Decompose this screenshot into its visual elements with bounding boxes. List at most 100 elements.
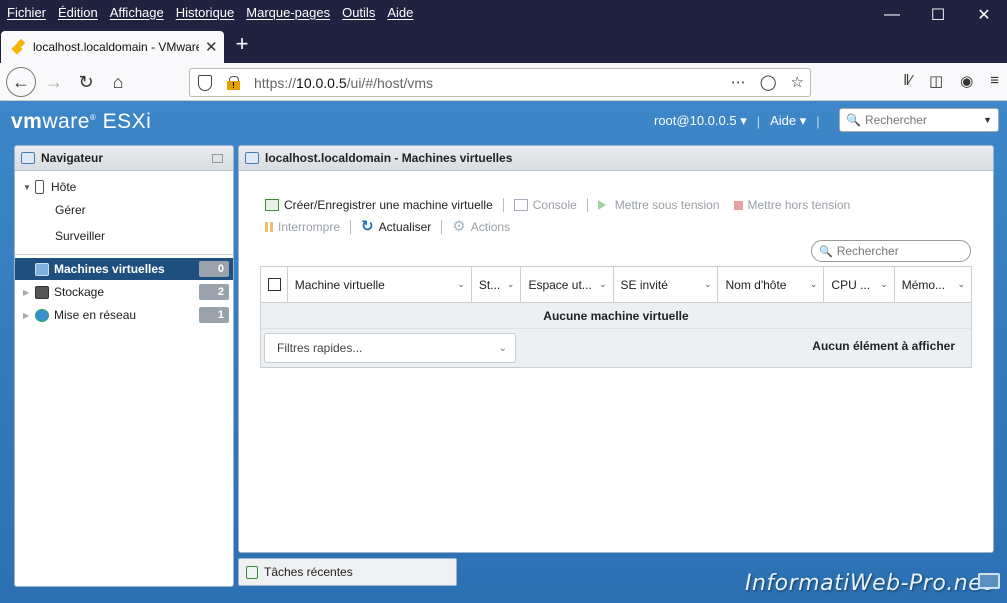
library-icon[interactable]: ‖⁄ — [903, 72, 912, 90]
divider — [350, 220, 352, 234]
refresh-button[interactable]: ↻ Actualiser — [361, 219, 431, 234]
create-vm-label: Créer/Enregistrer une machine virtuelle — [284, 198, 493, 212]
chevron-down-icon[interactable]: ⌄ — [599, 279, 607, 290]
url-text[interactable]: https://10.0.0.5/ui/#/host/vms — [254, 75, 433, 91]
new-tab-icon[interactable]: + — [230, 33, 254, 57]
play-icon — [597, 200, 606, 210]
menu-outils[interactable]: Outils — [342, 5, 375, 20]
user-menu[interactable]: root@10.0.0.5 ▾ — [654, 113, 747, 129]
menu-edition[interactable]: Édition — [58, 5, 98, 20]
menu-bar: Fichier Édition Affichage Historique Mar… — [0, 0, 418, 24]
checkbox-icon[interactable] — [268, 278, 281, 291]
search-icon: 🔍 — [819, 245, 833, 258]
power-off-button[interactable]: Mettre hors tension — [733, 198, 850, 212]
nav-item-manage[interactable]: Gérer — [15, 199, 233, 221]
chevron-down-icon[interactable]: ⌄ — [704, 279, 712, 290]
create-vm-button[interactable]: Créer/Enregistrer une machine virtuelle — [265, 198, 493, 212]
menu-historique[interactable]: Historique — [176, 5, 235, 20]
chevron-down-icon[interactable]: ⌄ — [957, 279, 965, 290]
back-arrow-icon[interactable]: ← — [6, 67, 36, 97]
tab-title: localhost.localdomain - VMware — [33, 40, 199, 54]
nav-item-storage[interactable]: ▶ Stockage 2 — [15, 281, 233, 303]
network-count-badge: 1 — [199, 307, 229, 323]
chevron-down-icon[interactable]: ⌄ — [507, 279, 515, 290]
tracking-shield-icon[interactable] — [198, 74, 212, 91]
column-hostname[interactable]: Nom d'hôte ⌄ — [718, 267, 825, 302]
minimize-icon[interactable]: — — [869, 0, 915, 30]
select-all-checkbox[interactable] — [261, 267, 288, 302]
column-used-space[interactable]: Espace ut... ⌄ — [521, 267, 614, 302]
pause-icon — [265, 222, 273, 232]
close-icon[interactable]: ✕ — [961, 0, 1007, 30]
top-search-box[interactable]: 🔍 Rechercher ▼ — [839, 108, 999, 132]
column-memory-label: Mémo... — [901, 277, 946, 292]
power-on-button[interactable]: Mettre sous tension — [597, 198, 720, 212]
menu-marque-pages[interactable]: Marque-pages — [246, 5, 330, 20]
maximize-icon[interactable]: ☐ — [915, 0, 961, 30]
actions-button[interactable]: ⚙ Actions — [452, 218, 510, 235]
logo-ware: ware — [42, 110, 90, 133]
chevron-down-icon[interactable]: ⌄ — [457, 279, 465, 290]
console-button[interactable]: Console — [513, 198, 577, 212]
chevron-down-icon[interactable]: ⌄ — [499, 343, 507, 354]
nav-item-monitor[interactable]: Surveiller — [15, 225, 233, 247]
column-cpu[interactable]: CPU ... ⌄ — [824, 267, 895, 302]
nav-item-virtual-machines[interactable]: Machines virtuelles 0 — [15, 258, 233, 280]
reload-icon[interactable]: ↻ — [72, 68, 100, 96]
navigator-panel: Navigateur ▼ Hôte Gérer Surveiller Machi… — [14, 145, 234, 587]
chevron-down-icon[interactable]: ▼ — [983, 115, 992, 125]
expanded-arrow-icon[interactable]: ▼ — [23, 183, 35, 192]
nav-item-host[interactable]: ▼ Hôte — [15, 176, 233, 198]
column-vm-name[interactable]: Machine virtuelle ⌄ — [288, 267, 472, 302]
user-label: root@10.0.0.5 — [654, 113, 737, 128]
menu-affichage[interactable]: Affichage — [110, 5, 164, 20]
menu-fichier[interactable]: Fichier — [7, 5, 46, 20]
vm-toolbar-row-1: Créer/Enregistrer une machine virtuelle … — [265, 198, 850, 212]
chevron-down-icon[interactable]: ⌄ — [880, 279, 888, 290]
navigator-title: Navigateur — [41, 151, 104, 165]
laptop-logo-icon — [978, 573, 1000, 589]
divider — [15, 254, 233, 255]
nav-monitor-label: Surveiller — [55, 229, 106, 243]
vm-search-placeholder: Rechercher — [836, 244, 899, 258]
vms-panel-header: localhost.localdomain - Machines virtuel… — [239, 146, 993, 171]
vm-toolbar-row-2: Interrompre ↻ Actualiser ⚙ Actions — [265, 218, 510, 235]
insecure-lock-icon[interactable] — [226, 75, 242, 90]
chevron-down-icon[interactable]: ⌄ — [810, 279, 818, 290]
sidebar-icon[interactable]: ◫ — [929, 72, 943, 90]
vm-panel-icon — [245, 152, 259, 164]
logo-product: ESXi — [102, 110, 152, 133]
column-guest-os[interactable]: SE invité ⌄ — [614, 267, 719, 302]
collapse-icon[interactable] — [212, 153, 223, 163]
navigator-header: Navigateur — [15, 146, 233, 171]
nav-item-networking[interactable]: ▶ Mise en réseau 1 — [15, 304, 233, 326]
url-path: /ui/#/host/vms — [346, 74, 434, 91]
bookmark-star-icon[interactable]: ☆ — [791, 73, 804, 91]
nav-host-label: Hôte — [51, 180, 77, 194]
gear-icon: ⚙ — [452, 218, 466, 235]
collapsed-arrow-icon[interactable]: ▶ — [23, 288, 35, 297]
column-status-label: St... — [478, 277, 501, 292]
power-on-label: Mettre sous tension — [614, 198, 720, 212]
column-status[interactable]: St... ⌄ — [472, 267, 522, 302]
pocket-icon[interactable]: ◯ — [760, 73, 777, 91]
nav-storage-label: Stockage — [54, 285, 105, 299]
column-memory[interactable]: Mémo... ⌄ — [895, 267, 971, 302]
tab-close-icon[interactable]: ✕ — [205, 38, 218, 56]
forward-arrow-icon[interactable]: → — [40, 68, 68, 96]
menu-aide[interactable]: Aide — [387, 5, 413, 20]
url-bar[interactable]: https://10.0.0.5/ui/#/host/vms ⋯ ◯ ☆ — [189, 68, 811, 97]
browser-tab[interactable]: localhost.localdomain - VMware ✕ — [1, 31, 224, 63]
recent-tasks-tab[interactable]: Tâches récentes — [238, 558, 457, 586]
page-actions-icon[interactable]: ⋯ — [731, 73, 746, 91]
home-icon[interactable]: ⌂ — [104, 68, 132, 96]
suspend-button[interactable]: Interrompre — [265, 220, 340, 234]
collapsed-arrow-icon[interactable]: ▶ — [23, 311, 35, 320]
quick-filters-select[interactable]: Filtres rapides... ⌄ — [264, 333, 516, 363]
hamburger-menu-icon[interactable]: ≡ — [990, 72, 999, 90]
account-icon[interactable]: ◉ — [960, 72, 973, 90]
help-label: Aide — [770, 113, 797, 128]
help-menu[interactable]: Aide ▾ — [770, 113, 806, 129]
vm-search-input[interactable]: 🔍 Rechercher — [811, 240, 971, 262]
divider: | — [756, 113, 761, 129]
